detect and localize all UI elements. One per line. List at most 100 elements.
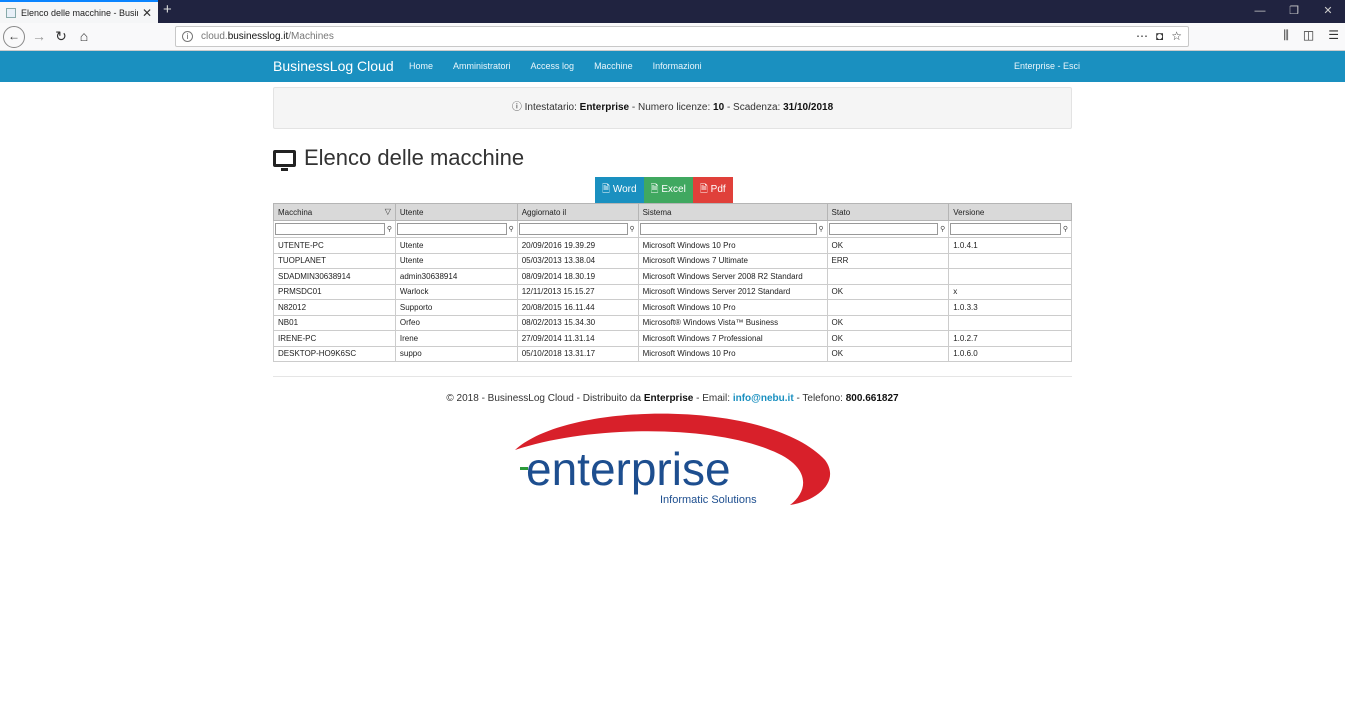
cell-utente: Utente bbox=[394, 237, 518, 254]
page-actions-icon[interactable]: ⋯ bbox=[1136, 29, 1148, 43]
filter-stato-input[interactable] bbox=[828, 223, 939, 235]
export-excel-button[interactable]: 🗎 Excel bbox=[643, 177, 693, 203]
table-row[interactable]: PRMSDC01 Warlock 12/11/2013 15.15.27 Micros… bbox=[273, 283, 1072, 300]
footer-prefix: © 2018 - BusinessLog Cloud - Distribuito… bbox=[446, 393, 644, 404]
licenses-value: 10 bbox=[713, 102, 725, 113]
cell-aggiornato: 12/11/2013 15.15.27 bbox=[516, 283, 639, 300]
table-row[interactable]: DESKTOP-HO9K6SC suppo 05/10/2018 13.31.17 M… bbox=[273, 345, 1072, 362]
footer-email-link[interactable]: info@nebu.it bbox=[733, 393, 794, 404]
library-icon[interactable]: ⫼ bbox=[1283, 28, 1289, 43]
filter-versione-input[interactable] bbox=[950, 223, 1061, 235]
menu-macchine[interactable]: Macchine bbox=[594, 61, 633, 71]
filter-icon[interactable]: ⚲ bbox=[817, 225, 826, 233]
footer-phone-label: - Telefono: bbox=[793, 393, 846, 404]
cell-stato: OK bbox=[826, 314, 950, 331]
minimize-icon[interactable]: — bbox=[1243, 0, 1277, 23]
cell-utente: admin30638914 bbox=[394, 268, 518, 285]
table-row[interactable]: TUOPLANET Utente 05/03/2013 13.38.04 Micros… bbox=[273, 252, 1072, 269]
expiry-label: - Scadenza: bbox=[724, 102, 784, 113]
filter-icon[interactable]: ⚲ bbox=[628, 225, 637, 233]
column-header-macchina[interactable]: Macchina ▽ bbox=[273, 203, 396, 221]
cell-aggiornato: 08/02/2013 15.34.30 bbox=[516, 314, 639, 331]
menu-informazioni[interactable]: Informazioni bbox=[653, 61, 702, 71]
cell-aggiornato: 20/09/2016 19.39.29 bbox=[516, 237, 639, 254]
column-header-sistema[interactable]: Sistema bbox=[637, 203, 828, 221]
info-circle-icon: ⓘ bbox=[511, 102, 522, 113]
footer-email-label: - Email: bbox=[693, 393, 733, 404]
tab-title: Elenco delle macchine - Busine bbox=[21, 7, 138, 18]
cell-sistema: Microsoft Windows 10 Pro bbox=[637, 299, 828, 316]
back-arrow-icon[interactable]: ← bbox=[3, 26, 25, 48]
sort-triangle-icon[interactable]: ▽ bbox=[385, 207, 391, 216]
forward-arrow-icon[interactable]: → bbox=[28, 26, 50, 48]
holder-label: Intestatario: bbox=[524, 102, 580, 113]
page-footer: © 2018 - BusinessLog Cloud - Distribuito… bbox=[0, 393, 1345, 404]
cell-versione bbox=[948, 252, 1072, 269]
table-row[interactable]: UTENTE-PC Utente 20/09/2016 19.39.29 Micros… bbox=[273, 237, 1072, 254]
close-tab-icon[interactable]: ✕ bbox=[142, 6, 152, 20]
filter-icon[interactable]: ⚲ bbox=[507, 225, 516, 233]
cell-macchina: NB01 bbox=[273, 314, 396, 331]
table-row[interactable]: SDADMIN30638914 admin30638914 08/09/2014 1… bbox=[273, 268, 1072, 285]
column-header-utente[interactable]: Utente bbox=[394, 203, 518, 221]
sidebar-icon[interactable]: ◫ bbox=[1303, 28, 1314, 43]
filter-macchina-input[interactable] bbox=[275, 223, 385, 235]
pocket-icon[interactable]: ◘ bbox=[1156, 29, 1163, 43]
pdf-file-icon: 🗎 bbox=[699, 184, 711, 195]
desktop-monitor-icon bbox=[273, 149, 296, 171]
cell-aggiornato: 05/03/2013 13.38.04 bbox=[516, 252, 639, 269]
cell-macchina: IRENE-PC bbox=[273, 330, 396, 347]
cell-aggiornato: 27/09/2014 11.31.14 bbox=[516, 330, 639, 347]
filter-icon[interactable]: ⚲ bbox=[1061, 225, 1070, 233]
holder-value: Enterprise bbox=[579, 102, 630, 113]
page-title-row: Elenco delle macchine bbox=[273, 145, 524, 171]
column-label: Versione bbox=[953, 207, 985, 217]
restore-icon[interactable]: ❐ bbox=[1277, 0, 1311, 23]
menu-access-log[interactable]: Access log bbox=[531, 61, 575, 71]
browser-tab[interactable]: Elenco delle macchine - Busine ✕ bbox=[0, 0, 158, 23]
home-icon[interactable]: ⌂ bbox=[73, 26, 95, 48]
close-window-icon[interactable]: ✕ bbox=[1311, 0, 1345, 23]
column-label: Macchina bbox=[278, 207, 313, 217]
export-pdf-label: Pdf bbox=[710, 184, 726, 195]
cell-aggiornato: 08/09/2014 18.30.19 bbox=[516, 268, 639, 285]
filter-sistema-input[interactable] bbox=[639, 223, 817, 235]
cell-aggiornato: 05/10/2018 13.31.17 bbox=[516, 345, 639, 362]
bookmark-star-icon[interactable]: ☆ bbox=[1171, 29, 1182, 43]
menu-home[interactable]: Home bbox=[409, 61, 433, 71]
url-domain: businesslog.it bbox=[227, 31, 289, 42]
cell-utente: Warlock bbox=[394, 283, 518, 300]
cell-stato bbox=[826, 268, 950, 285]
cell-sistema: Microsoft Windows 10 Pro bbox=[637, 237, 828, 254]
column-header-aggiornato[interactable]: Aggiornato il bbox=[516, 203, 639, 221]
column-header-versione[interactable]: Versione bbox=[948, 203, 1072, 221]
hamburger-menu-icon[interactable]: ☰ bbox=[1328, 28, 1339, 43]
filter-cell: ⚲ bbox=[826, 220, 950, 238]
column-header-stato[interactable]: Stato bbox=[826, 203, 950, 221]
url-bar[interactable]: i cloud. businesslog.it/Machines ⋯ ◘ ☆ bbox=[175, 26, 1189, 47]
export-pdf-button[interactable]: 🗎 Pdf bbox=[692, 177, 733, 203]
table-row[interactable]: N82012 Supporto 20/08/2015 16.11.44 Microso… bbox=[273, 299, 1072, 316]
column-label: Sistema bbox=[642, 207, 672, 217]
new-tab-icon[interactable]: + bbox=[163, 1, 172, 18]
filter-icon[interactable]: ⚲ bbox=[938, 225, 947, 233]
cell-aggiornato: 20/08/2015 16.11.44 bbox=[516, 299, 639, 316]
reload-icon[interactable]: ↻ bbox=[50, 26, 72, 48]
footer-divider bbox=[273, 376, 1072, 377]
filter-aggiornato-input[interactable] bbox=[518, 223, 628, 235]
site-info-icon[interactable]: i bbox=[182, 31, 193, 42]
site-brand[interactable]: BusinessLog Cloud bbox=[273, 58, 394, 74]
browser-tab-bar: Elenco delle macchine - Busine ✕ + — ❐ ✕ bbox=[0, 0, 1345, 23]
enterprise-logo: enterprise Informatic Solutions bbox=[515, 413, 831, 506]
menu-amministratori[interactable]: Amministratori bbox=[453, 61, 511, 71]
filter-icon[interactable]: ⚲ bbox=[385, 225, 394, 233]
word-file-icon: 🗎 bbox=[602, 184, 613, 195]
filter-utente-input[interactable] bbox=[396, 223, 507, 235]
table-row[interactable]: IRENE-PC Irene 27/09/2014 11.31.14 Microsof… bbox=[273, 330, 1072, 347]
cell-utente: Utente bbox=[394, 252, 518, 269]
cell-sistema: Microsoft Windows Server 2012 Standard bbox=[637, 283, 828, 300]
table-row[interactable]: NB01 Orfeo 08/02/2013 15.34.30 Microsoft® W… bbox=[273, 314, 1072, 331]
license-banner: ⓘ Intestatario: Enterprise - Numero lice… bbox=[273, 87, 1072, 129]
export-word-button[interactable]: 🗎 Word bbox=[595, 177, 644, 203]
logout-link[interactable]: Enterprise - Esci bbox=[1014, 61, 1080, 71]
